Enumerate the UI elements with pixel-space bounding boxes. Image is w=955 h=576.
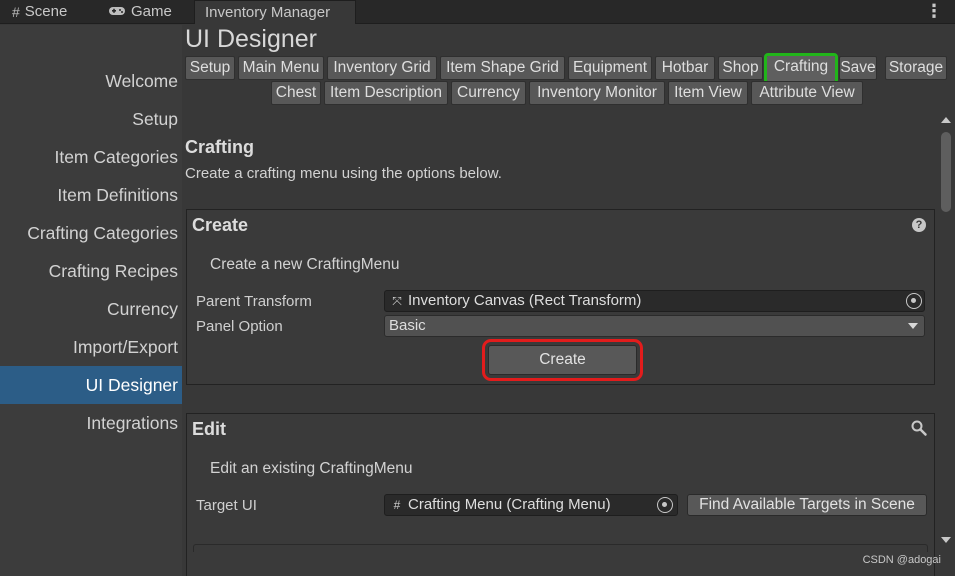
sidebar-item-setup[interactable]: Setup (0, 100, 182, 138)
edit-panel-subtitle: Edit an existing CraftingMenu (210, 460, 413, 477)
chevron-down-icon (908, 323, 918, 329)
sidebar-item-crafting-categories[interactable]: Crafting Categories (0, 214, 182, 252)
tab-scene-label: Scene (24, 3, 68, 20)
scroll-down-icon[interactable] (941, 537, 951, 543)
page-title: UI Designer (185, 25, 317, 53)
editor-tab-bar: # Scene Game Inventory Manager ⋮ (0, 0, 955, 24)
tool-button-chest[interactable]: Chest (271, 81, 321, 105)
tool-button-item-view[interactable]: Item View (668, 81, 748, 105)
object-picker-icon[interactable] (906, 293, 922, 309)
sidebar-item-integrations[interactable]: Integrations (0, 404, 182, 442)
sidebar-item-currency[interactable]: Currency (0, 290, 182, 328)
create-button[interactable]: Create (482, 339, 643, 381)
target-ui-field[interactable]: # Crafting Menu (Crafting Menu) (384, 494, 678, 516)
tool-button-item-description[interactable]: Item Description (324, 81, 448, 105)
tool-button-inventory-grid[interactable]: Inventory Grid (327, 56, 437, 80)
nested-panel-edge (193, 544, 928, 552)
tool-button-inventory-monitor[interactable]: Inventory Monitor (529, 81, 665, 105)
tool-button-hotbar[interactable]: Hotbar (655, 56, 715, 80)
main-panel: UI Designer Setup Main Menu Inventory Gr… (183, 25, 955, 576)
tool-button-currency[interactable]: Currency (451, 81, 526, 105)
tab-game[interactable]: Game (108, 0, 172, 24)
search-icon[interactable] (910, 419, 928, 437)
sidebar-item-item-categories[interactable]: Item Categories (0, 138, 182, 176)
create-panel: Create ? Create a new CraftingMenu Paren… (186, 209, 935, 385)
sidebar-item-import-export[interactable]: Import/Export (0, 328, 182, 366)
script-icon: # (393, 498, 401, 512)
parent-transform-field[interactable]: ⤧ Inventory Canvas (Rect Transform) (384, 290, 925, 312)
tab-inventory-manager[interactable]: Inventory Manager (194, 0, 356, 24)
parent-transform-label: Parent Transform (196, 293, 312, 310)
tool-button-item-shape-grid[interactable]: Item Shape Grid (440, 56, 565, 80)
sidebar-item-ui-designer[interactable]: UI Designer (0, 366, 182, 404)
scroll-thumb[interactable] (941, 132, 951, 212)
edit-panel: Edit Edit an existing CraftingMenu Targe… (186, 413, 935, 576)
section-description: Create a crafting menu using the options… (185, 165, 502, 182)
tool-button-attribute-view[interactable]: Attribute View (751, 81, 863, 105)
tool-button-shop[interactable]: Shop (718, 56, 763, 80)
help-icon[interactable]: ? (912, 218, 926, 232)
tab-inventory-manager-label: Inventory Manager (205, 3, 331, 21)
tool-button-crafting[interactable]: Crafting (764, 53, 838, 84)
panel-option-value: Basic (389, 317, 426, 334)
edit-panel-header: Edit (192, 419, 226, 439)
create-panel-subtitle: Create a new CraftingMenu (210, 256, 400, 273)
vertical-scrollbar[interactable] (937, 114, 955, 548)
tool-button-equipment[interactable]: Equipment (568, 56, 652, 80)
target-ui-value: Crafting Menu (Crafting Menu) (408, 496, 611, 513)
find-targets-button[interactable]: Find Available Targets in Scene (687, 494, 927, 516)
tool-button-main-menu[interactable]: Main Menu (238, 56, 324, 80)
object-picker-icon[interactable] (657, 497, 673, 513)
sidebar-item-welcome[interactable]: Welcome (0, 62, 182, 100)
sidebar-item-item-definitions[interactable]: Item Definitions (0, 176, 182, 214)
tool-button-storage[interactable]: Storage (885, 56, 947, 80)
panel-option-dropdown[interactable]: Basic (384, 315, 925, 337)
tab-game-label: Game (131, 3, 172, 20)
scroll-up-icon[interactable] (941, 117, 951, 123)
parent-transform-value: Inventory Canvas (Rect Transform) (408, 292, 642, 309)
tool-button-setup[interactable]: Setup (185, 56, 235, 80)
more-options-icon[interactable]: ⋮ (925, 0, 943, 24)
panel-option-label: Panel Option (196, 318, 283, 335)
gamepad-icon (108, 0, 126, 24)
watermark: CSDN @adogai (862, 554, 941, 566)
rect-transform-icon: ⤧ (392, 294, 402, 308)
tool-button-save[interactable]: Save (839, 56, 877, 80)
tab-scene[interactable]: # Scene (12, 0, 67, 24)
grid-icon: # (12, 4, 20, 20)
target-ui-label: Target UI (196, 497, 257, 514)
create-panel-header: Create (192, 215, 249, 235)
section-title: Crafting (185, 137, 254, 157)
sidebar-item-crafting-recipes[interactable]: Crafting Recipes (0, 252, 182, 290)
sidebar: Welcome Setup Item Categories Item Defin… (0, 25, 182, 576)
